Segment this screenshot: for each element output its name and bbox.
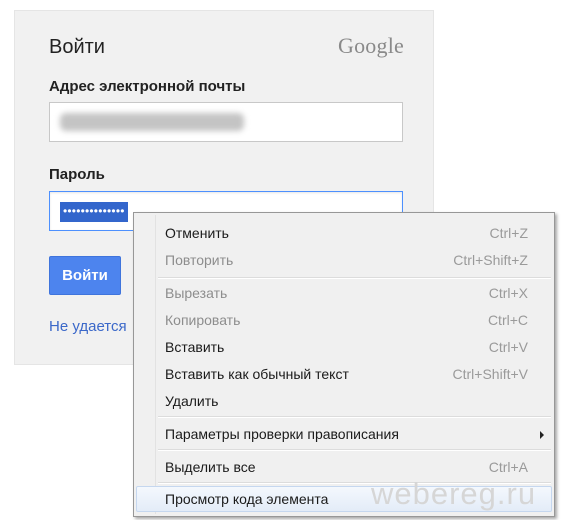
menu-item-label: Вставить	[165, 339, 225, 355]
menu-item-label: Вырезать	[165, 285, 228, 301]
password-label: Пароль	[49, 166, 105, 183]
menu-item-label: Просмотр кода элемента	[165, 491, 329, 507]
menu-item-shortcut: Ctrl+Shift+Z	[453, 252, 528, 268]
menu-item-undo[interactable]: Отменить Ctrl+Z	[136, 220, 552, 246]
menu-item-shortcut: Ctrl+Shift+V	[452, 366, 528, 382]
menu-item-label: Копировать	[165, 312, 241, 328]
submenu-arrow-icon	[540, 431, 544, 439]
menu-item-label: Повторить	[165, 252, 234, 268]
signin-button[interactable]: Войти	[49, 256, 121, 295]
blurred-email-value	[60, 113, 244, 131]
context-menu: Отменить Ctrl+Z Повторить Ctrl+Shift+Z В…	[133, 212, 555, 517]
google-logo: Google	[338, 33, 404, 58]
menu-item-label: Отменить	[165, 225, 229, 241]
menu-separator	[158, 449, 551, 451]
menu-item-label: Вставить как обычный текст	[165, 366, 349, 382]
email-label: Адрес электронной почты	[49, 78, 246, 95]
menu-item-spellcheck[interactable]: Параметры проверки правописания	[136, 421, 552, 447]
menu-separator	[158, 416, 551, 418]
menu-separator	[158, 277, 551, 279]
menu-item-label: Параметры проверки правописания	[165, 426, 399, 442]
menu-item-cut[interactable]: Вырезать Ctrl+X	[136, 280, 552, 306]
menu-item-shortcut: Ctrl+X	[488, 285, 528, 301]
menu-item-shortcut: Ctrl+A	[488, 459, 528, 475]
menu-item-shortcut: Ctrl+C	[487, 312, 528, 328]
menu-item-shortcut: Ctrl+V	[488, 339, 528, 355]
email-field[interactable]	[49, 102, 403, 142]
password-selected-text: ••••••••••••••	[60, 202, 128, 222]
menu-item-label: Выделить все	[165, 459, 256, 475]
menu-item-paste-plain[interactable]: Вставить как обычный текст Ctrl+Shift+V	[136, 361, 552, 387]
menu-item-paste[interactable]: Вставить Ctrl+V	[136, 334, 552, 360]
page-title: Войти	[49, 36, 105, 58]
menu-item-label: Удалить	[165, 393, 219, 409]
menu-item-delete[interactable]: Удалить	[136, 388, 552, 414]
menu-item-shortcut: Ctrl+Z	[489, 225, 529, 241]
menu-item-copy[interactable]: Копировать Ctrl+C	[136, 307, 552, 333]
watermark: webereg.ru	[371, 476, 537, 511]
screen: Войти Google Адрес электронной почты Пар…	[0, 0, 570, 520]
cant-access-link[interactable]: Не удается	[49, 318, 127, 335]
menu-item-redo[interactable]: Повторить Ctrl+Shift+Z	[136, 247, 552, 273]
